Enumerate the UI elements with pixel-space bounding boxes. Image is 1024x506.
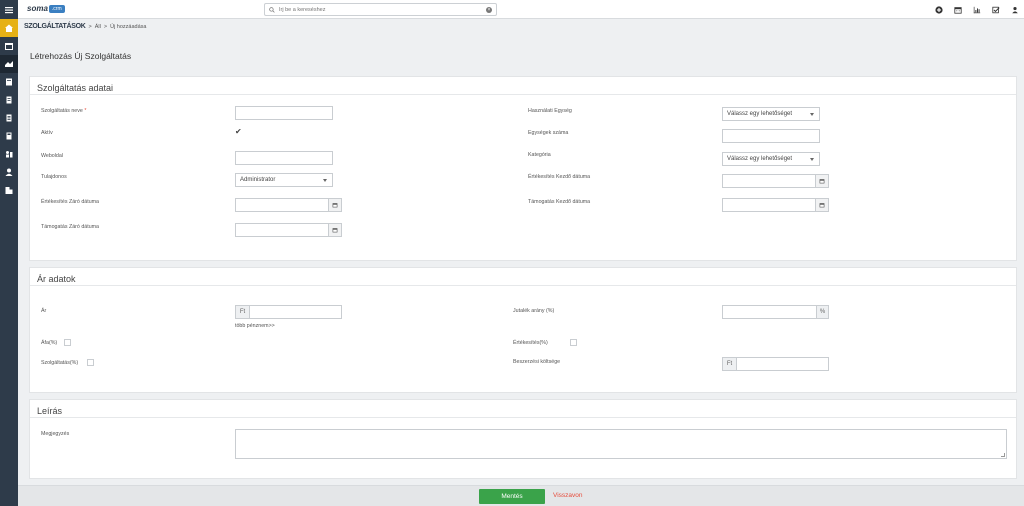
sales-start-label: Értékesítés Kezdő dátuma	[528, 174, 591, 180]
service-name-label-text: Szolgáltatás neve	[41, 108, 83, 114]
page-title: Létrehozás Új Szolgáltatás	[30, 51, 132, 61]
unit-count-label: Egységek száma	[528, 130, 569, 136]
logo-badge: .crm	[48, 4, 65, 13]
support-start-input[interactable]	[722, 198, 816, 212]
sidebar-item-doc-icon[interactable]	[0, 91, 18, 109]
breadcrumb-section[interactable]: SZOLGÁLTATÁSOK	[24, 23, 86, 30]
panel-title: Szolgáltatás adatai	[30, 77, 1016, 95]
sales-end-label: Értékesítés Záró dátuma	[41, 199, 99, 205]
logo: soma .crm	[27, 4, 65, 13]
cancel-button[interactable]: Visszavon	[553, 492, 583, 499]
more-currencies-link[interactable]: több pénznem>>	[235, 323, 275, 329]
breadcrumb: SZOLGÁLTATÁSOK > Áll > Új hozzáadása	[24, 23, 149, 30]
chevron-down-icon	[810, 113, 814, 116]
active-label: Aktív	[41, 130, 53, 136]
breadcrumb-level2: Új hozzáadása	[110, 23, 147, 30]
calendar-icon[interactable]	[328, 223, 342, 237]
sidebar-item-box-icon[interactable]	[0, 37, 18, 55]
owner-select-value: Administrator	[240, 177, 276, 183]
panel-title: Leírás	[30, 400, 1016, 418]
owner-label: Tulajdonos	[41, 174, 67, 180]
sales-end-input[interactable]	[235, 198, 329, 212]
sidebar-item-building-icon[interactable]	[0, 181, 18, 199]
vat-label: Áfa(%)	[41, 340, 58, 346]
calendar-icon[interactable]	[815, 198, 829, 212]
description-panel: Leírás Megjegyzés	[29, 399, 1017, 479]
resize-handle[interactable]	[1001, 453, 1005, 457]
commission-input[interactable]	[722, 305, 817, 319]
sales-start-input[interactable]	[722, 174, 816, 188]
user-icon[interactable]	[1005, 0, 1024, 19]
sidebar-item-user-icon[interactable]	[0, 163, 18, 181]
sidebar-item-home-icon[interactable]	[0, 19, 18, 37]
breadcrumb-separator: >	[88, 23, 92, 30]
sidebar-item-services-icon[interactable]	[0, 55, 18, 73]
purchase-cost-label: Beszerzési költsége	[513, 359, 561, 365]
currency-addon: Ft	[722, 357, 737, 371]
sidebar-item-book-icon[interactable]	[0, 73, 18, 91]
sidebar-item-calc-icon[interactable]	[0, 127, 18, 145]
currency-addon: Ft	[235, 305, 250, 319]
unit-select[interactable]: Válassz egy lehetőséget	[722, 107, 820, 121]
chevron-down-icon	[323, 179, 327, 182]
note-label: Megjegyzés	[41, 431, 70, 437]
sidebar-item-invoice-icon[interactable]	[0, 109, 18, 127]
sidebar-item-team-icon[interactable]	[0, 145, 18, 163]
price-panel: Ár adatok Ár Ft több pénznem>> Áfa(%) Sz…	[29, 267, 1017, 393]
purchase-cost-input[interactable]	[736, 357, 829, 371]
service-name-label: Szolgáltatás neve *	[41, 108, 86, 114]
tasks-icon[interactable]	[986, 0, 1005, 19]
topbar: soma.crm ×	[18, 0, 1024, 19]
percent-addon: %	[816, 305, 829, 319]
calendar-icon[interactable]	[328, 198, 342, 212]
breadcrumb-level1[interactable]: Áll	[95, 24, 101, 30]
service-pct-checkbox[interactable]	[87, 359, 94, 366]
price-label: Ár	[41, 308, 47, 314]
save-button[interactable]: Mentés	[479, 489, 545, 504]
logo-text: soma	[27, 4, 48, 13]
owner-select[interactable]: Administrator	[235, 173, 333, 187]
active-checkbox[interactable]: ✔	[235, 127, 242, 136]
calendar-icon[interactable]	[815, 174, 829, 188]
required-mark: *	[84, 108, 87, 114]
sales-pct-label: Értékesítés(%)	[513, 340, 548, 346]
top-icons	[929, 0, 1024, 19]
clear-search-icon[interactable]: ×	[486, 7, 492, 13]
search-box: ×	[264, 3, 497, 16]
sales-pct-checkbox[interactable]	[570, 339, 577, 346]
website-input[interactable]	[235, 151, 333, 165]
sidebar	[0, 0, 18, 506]
service-details-panel: Szolgáltatás adatai Szolgáltatás neve * …	[29, 76, 1017, 261]
vat-checkbox[interactable]	[64, 339, 71, 346]
chevron-down-icon	[810, 158, 814, 161]
website-label: Weboldal	[41, 153, 63, 159]
category-label: Kategória	[528, 152, 551, 158]
unit-count-input[interactable]	[722, 129, 820, 143]
breadcrumb-separator: >	[103, 23, 108, 30]
service-name-input[interactable]	[235, 106, 333, 120]
note-textarea[interactable]	[235, 429, 1007, 459]
search-input[interactable]	[279, 6, 479, 13]
add-icon[interactable]	[929, 0, 948, 19]
unit-label: Használati Egység	[528, 108, 572, 114]
price-input[interactable]	[249, 305, 342, 319]
service-pct-label: Szolgáltatás(%)	[41, 360, 79, 366]
category-select[interactable]: Válassz egy lehetőséget	[722, 152, 820, 166]
panel-title: Ár adatok	[30, 268, 1016, 286]
commission-label: Jutalék arány (%)	[513, 308, 555, 314]
support-start-label: Támogatás Kezdő dátuma	[528, 199, 591, 205]
category-select-value: Válassz egy lehetőséget	[727, 156, 793, 162]
calendar-icon[interactable]	[948, 0, 967, 19]
chart-icon[interactable]	[967, 0, 986, 19]
support-end-label: Támogatás Záró dátuma	[41, 224, 99, 230]
footer-bar: Mentés Visszavon	[18, 485, 1024, 506]
search-icon	[269, 6, 275, 13]
menu-icon[interactable]	[0, 0, 18, 19]
unit-select-value: Válassz egy lehetőséget	[727, 111, 793, 117]
support-end-input[interactable]	[235, 223, 329, 237]
